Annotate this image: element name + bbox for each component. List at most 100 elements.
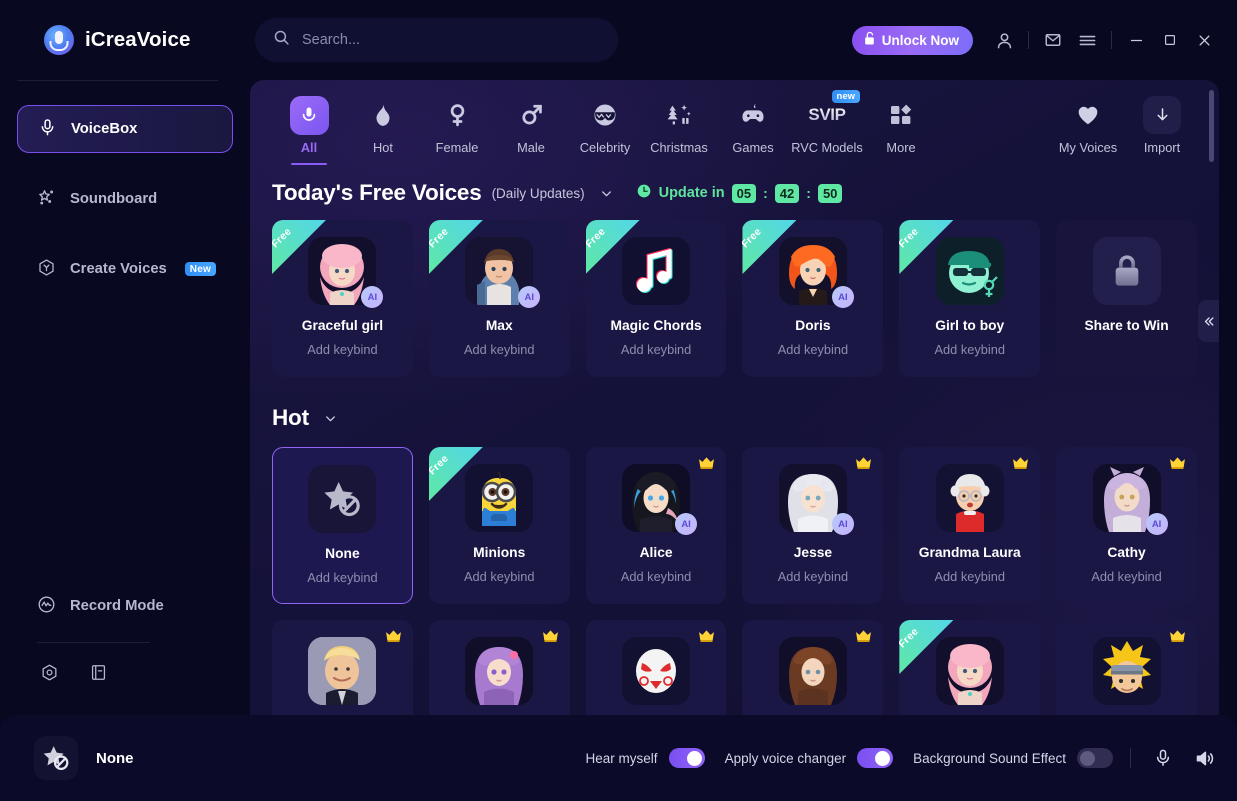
tab-more[interactable]: More bbox=[864, 92, 938, 155]
double-chevron-left-icon[interactable] bbox=[1198, 300, 1219, 342]
heart-icon bbox=[1075, 97, 1101, 133]
tab-import[interactable]: Import bbox=[1125, 92, 1199, 155]
voice-card[interactable]: Free bbox=[899, 220, 1041, 377]
speaker-icon[interactable] bbox=[1189, 743, 1219, 773]
notebook-icon[interactable] bbox=[89, 663, 108, 687]
add-keybind-label[interactable]: Add keybind bbox=[464, 569, 534, 584]
sidebar-item-soundboard[interactable]: Soundboard bbox=[17, 175, 233, 223]
voice-card[interactable] bbox=[742, 620, 884, 715]
ai-badge: AI bbox=[1145, 513, 1168, 535]
add-keybind-label[interactable]: Add keybind bbox=[307, 342, 377, 357]
sidebar-item-create-voices[interactable]: Create Voices New bbox=[17, 245, 233, 293]
avatar: AI bbox=[778, 464, 854, 535]
sidebar-divider-2 bbox=[37, 642, 150, 643]
tab-label: All bbox=[300, 140, 318, 155]
voice-card-share-to-win[interactable]: Share to Win bbox=[1056, 220, 1197, 377]
add-keybind-label[interactable]: Add keybind bbox=[464, 342, 534, 357]
add-keybind-label[interactable]: Add keybind bbox=[778, 342, 848, 357]
add-keybind-label[interactable]: Add keybind bbox=[621, 342, 691, 357]
hear-myself-label: Hear myself bbox=[585, 750, 658, 766]
tab-all[interactable]: All bbox=[272, 92, 346, 155]
settings-hexagon-icon[interactable] bbox=[40, 663, 59, 687]
voice-card[interactable] bbox=[585, 620, 727, 715]
main-panel: All Hot Female Male Celebrity Christmas … bbox=[250, 80, 1219, 715]
tab-male[interactable]: Male bbox=[494, 92, 568, 155]
add-keybind-label[interactable]: Add keybind bbox=[621, 569, 691, 584]
tab-label: RVC Models bbox=[791, 140, 863, 155]
add-keybind-label[interactable]: Add keybind bbox=[778, 569, 848, 584]
avatar: AI bbox=[622, 464, 698, 535]
voice-card[interactable] bbox=[1056, 620, 1197, 715]
sidebar-item-record-mode[interactable]: Record Mode bbox=[17, 582, 233, 630]
section-title: Today's Free Voices bbox=[272, 180, 482, 205]
voice-card[interactable]: Free bbox=[428, 220, 570, 377]
tab-label: Male bbox=[517, 140, 545, 155]
close-icon[interactable] bbox=[1187, 23, 1221, 57]
tab-rvc-models[interactable]: new SVIP RVC Models bbox=[790, 90, 864, 155]
hamburger-menu-icon[interactable] bbox=[1070, 23, 1104, 57]
hear-myself-toggle[interactable] bbox=[668, 748, 705, 768]
avatar bbox=[935, 464, 1004, 532]
avatar-image bbox=[935, 237, 1004, 305]
chevron-down-icon[interactable] bbox=[319, 411, 342, 426]
voice-name: Doris bbox=[795, 318, 831, 333]
user-icon[interactable] bbox=[987, 23, 1021, 57]
ai-badge: AI bbox=[361, 286, 384, 308]
voice-card[interactable]: Grandma Laura Add keybind bbox=[899, 447, 1041, 604]
vertical-scrollbar[interactable] bbox=[1209, 90, 1214, 162]
vip-crown-icon bbox=[698, 629, 715, 645]
sunglasses-icon bbox=[591, 97, 619, 133]
voice-card[interactable]: AI Alice Add keybind bbox=[585, 447, 727, 604]
tab-hot[interactable]: Hot bbox=[346, 92, 420, 155]
sidebar: VoiceBox Soundboard Create Voices New Re… bbox=[0, 80, 250, 715]
voice-card[interactable]: Free bbox=[899, 620, 1041, 715]
body: VoiceBox Soundboard Create Voices New Re… bbox=[0, 80, 1237, 715]
current-voice[interactable]: None bbox=[34, 736, 134, 780]
add-keybind-label[interactable]: Add keybind bbox=[307, 570, 377, 585]
sidebar-item-label: Create Voices bbox=[70, 261, 167, 277]
sidebar-utility-icons bbox=[0, 663, 250, 701]
avatar bbox=[622, 237, 691, 305]
add-keybind-label[interactable]: Add keybind bbox=[935, 342, 1005, 357]
avatar: AI bbox=[1092, 464, 1168, 535]
tab-label: Female bbox=[435, 140, 479, 155]
tab-female[interactable]: Female bbox=[420, 92, 494, 155]
free-ribbon-label: Free bbox=[428, 225, 451, 251]
apply-voice-changer-toggle[interactable] bbox=[857, 748, 894, 768]
tab-games[interactable]: Games bbox=[716, 92, 790, 155]
sidebar-item-voicebox[interactable]: VoiceBox bbox=[17, 105, 233, 153]
grid-squares-icon bbox=[889, 97, 913, 133]
maximize-icon[interactable] bbox=[1153, 23, 1187, 57]
voice-card[interactable]: Free Magic Chords Add keybind bbox=[585, 220, 727, 377]
chevron-down-icon[interactable] bbox=[595, 186, 618, 201]
tab-celebrity[interactable]: Celebrity bbox=[568, 92, 642, 155]
voice-card[interactable] bbox=[272, 620, 413, 715]
headphone-mic-icon bbox=[44, 25, 74, 55]
voice-card[interactable]: AI Jesse Add keybind bbox=[742, 447, 884, 604]
background-sound-effect-toggle[interactable] bbox=[1077, 748, 1113, 768]
avatar bbox=[935, 637, 1004, 705]
search-bar[interactable] bbox=[255, 18, 618, 62]
voice-card[interactable]: Free bbox=[742, 220, 884, 377]
sidebar-item-label: Soundboard bbox=[70, 191, 158, 207]
add-keybind-label[interactable]: Add keybind bbox=[1091, 569, 1161, 584]
free-ribbon-label: Free bbox=[742, 225, 765, 251]
free-ribbon-label: Free bbox=[899, 225, 922, 251]
envelope-icon[interactable] bbox=[1036, 23, 1070, 57]
minimize-icon[interactable] bbox=[1119, 23, 1153, 57]
tab-my-voices[interactable]: My Voices bbox=[1051, 92, 1125, 155]
microphone-icon[interactable] bbox=[1148, 743, 1178, 773]
timer-separator: : bbox=[763, 185, 768, 201]
search-input[interactable] bbox=[302, 32, 600, 48]
unlock-now-button[interactable]: Unlock Now bbox=[851, 25, 973, 55]
microphone-tile-icon bbox=[289, 95, 329, 135]
voice-card[interactable] bbox=[428, 620, 570, 715]
voice-card-none[interactable]: None Add keybind bbox=[272, 447, 413, 604]
voice-card[interactable]: AI Cathy Add keybind bbox=[1056, 447, 1197, 604]
add-keybind-label[interactable]: Add keybind bbox=[935, 569, 1005, 584]
waveform-circle-icon bbox=[37, 595, 56, 618]
tab-christmas[interactable]: Christmas bbox=[642, 92, 716, 155]
voice-card[interactable]: Free bbox=[428, 447, 570, 604]
voice-card[interactable]: Free bbox=[272, 220, 413, 377]
voice-name: Magic Chords bbox=[610, 318, 702, 333]
